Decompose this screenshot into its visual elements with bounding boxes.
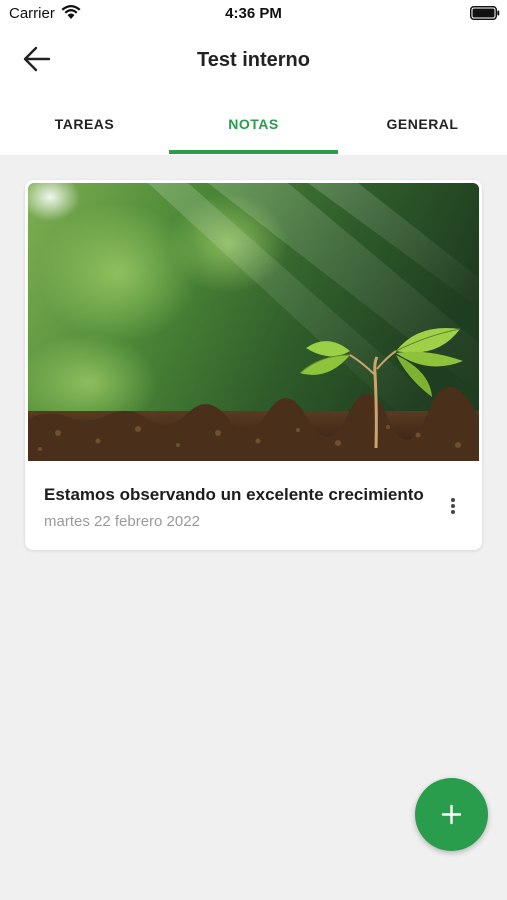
plus-icon	[441, 804, 462, 825]
active-tab-indicator	[169, 150, 338, 154]
note-title: Estamos observando un excelente crecimie…	[44, 485, 424, 504]
more-vertical-icon	[451, 498, 455, 514]
tab-tareas[interactable]: TAREAS	[0, 100, 169, 155]
tab-notas[interactable]: NOTAS	[169, 100, 338, 155]
page-title: Test interno	[197, 49, 310, 71]
note-image	[28, 183, 479, 461]
status-time: 4:36 PM	[225, 5, 282, 22]
status-bar: Carrier 4:36 PM	[0, 0, 507, 28]
seedling-image	[28, 183, 479, 461]
add-note-button[interactable]	[415, 778, 488, 851]
note-more-button[interactable]	[443, 494, 463, 518]
note-date: martes 22 febrero 2022	[44, 513, 200, 530]
app-header: Carrier 4:36 PM Test interno TAREAS NOTA…	[0, 0, 507, 155]
tab-general[interactable]: GENERAL	[338, 100, 507, 155]
note-card[interactable]: Estamos observando un excelente crecimie…	[25, 180, 482, 550]
battery-icon	[470, 6, 500, 20]
tab-bar: TAREAS NOTAS GENERAL	[0, 100, 507, 155]
